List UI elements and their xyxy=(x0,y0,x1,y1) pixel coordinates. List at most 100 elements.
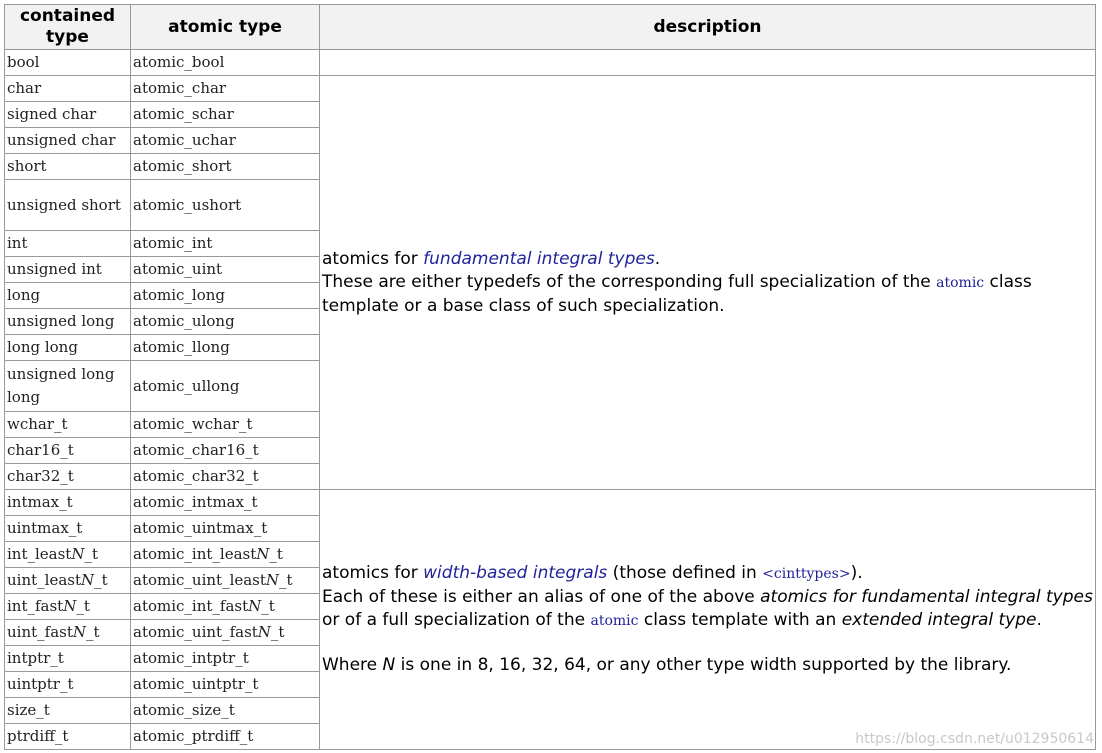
code-text: uint_least xyxy=(7,571,81,589)
atomic-type-cell: atomic_ushort xyxy=(130,179,320,231)
code-text: _t xyxy=(269,545,283,563)
contained-type-cell: intmax_t xyxy=(4,489,131,516)
desc-text: class template with an xyxy=(638,610,842,630)
contained-type-cell: uintmax_t xyxy=(4,515,131,542)
code-italic-n: N xyxy=(63,597,77,615)
desc-italic: N xyxy=(382,655,396,675)
header-contained-type: contained type xyxy=(4,4,131,50)
code-text: _t xyxy=(86,623,100,641)
atomic-type-cell: atomic_int_leastN_t xyxy=(130,541,320,568)
code-italic-n: N xyxy=(72,623,86,641)
atomic-type-cell: atomic_intmax_t xyxy=(130,489,320,516)
code-text: atomic_int_fast xyxy=(133,597,249,615)
desc-text: atomics for xyxy=(322,563,424,583)
contained-type-cell: intptr_t xyxy=(4,645,131,672)
contained-type-cell: wchar_t xyxy=(4,411,131,438)
desc-text: . xyxy=(654,248,661,269)
description-width-based: atomics for width-based integrals (those… xyxy=(319,489,1096,750)
description-fundamental: atomics for fundamental integral types. … xyxy=(319,75,1096,490)
contained-type-cell: signed char xyxy=(4,101,131,128)
code-text: atomic_uint_least xyxy=(133,571,266,589)
desc-text: or of a full specialization of the xyxy=(322,610,591,630)
code-italic-n: N xyxy=(257,623,271,641)
atomic-type-cell: atomic_uint_leastN_t xyxy=(130,567,320,594)
atomic-type-cell: atomic_uint xyxy=(130,256,320,283)
atomic-types-table-container: contained type atomic type description b… xyxy=(4,4,1096,750)
code-text: _t xyxy=(261,597,275,615)
contained-type-cell: uint_leastN_t xyxy=(4,567,131,594)
table-row: bool atomic_bool xyxy=(4,49,1096,76)
desc-text: These are either typedefs of the corresp… xyxy=(322,271,937,292)
desc-text: is one in 8, 16, 32, 64, or any other ty… xyxy=(395,655,1012,675)
contained-type-cell: unsigned char xyxy=(4,127,131,154)
atomic-type-cell: atomic_size_t xyxy=(130,697,320,724)
code-text: int_fast xyxy=(7,597,64,615)
atomic-type-cell: atomic_char32_t xyxy=(130,463,320,490)
contained-type-cell: char16_t xyxy=(4,437,131,464)
atomic-type-cell: atomic_long xyxy=(130,282,320,309)
atomic-type-cell: atomic_short xyxy=(130,153,320,180)
atomic-type-cell: atomic_uchar xyxy=(130,127,320,154)
code-text: uint_fast xyxy=(7,623,73,641)
contained-type-cell: int xyxy=(4,230,131,257)
desc-text: ). xyxy=(850,563,863,583)
contained-type-cell: short xyxy=(4,153,131,180)
desc-text: Where xyxy=(322,655,383,675)
cinttypes-link[interactable]: <cinttypes> xyxy=(762,566,850,582)
contained-type-cell: unsigned short xyxy=(4,179,131,231)
code-italic-n: N xyxy=(256,545,270,563)
code-text: _t xyxy=(270,623,285,641)
atomic-type-cell: atomic_int_fastN_t xyxy=(130,593,320,620)
contained-type-cell: long xyxy=(4,282,131,309)
atomic-type-cell: atomic_intptr_t xyxy=(130,645,320,672)
code-text: atomic_int_least xyxy=(133,545,257,563)
atomic-type-cell: atomic_ullong xyxy=(130,360,320,412)
code-text: _t xyxy=(84,545,98,563)
desc-italic: atomics for fundamental integral types xyxy=(760,587,1093,607)
contained-type-cell: size_t xyxy=(4,697,131,724)
atomic-type-cell: atomic_wchar_t xyxy=(130,411,320,438)
table-row: intmax_t atomic_intmax_t atomics for wid… xyxy=(4,489,1096,750)
desc-text: (those defined in xyxy=(607,563,763,583)
code-italic-n: N xyxy=(81,571,95,589)
contained-type-cell: char32_t xyxy=(4,463,131,490)
header-description: description xyxy=(319,4,1096,50)
atomic-type-cell: atomic_uintptr_t xyxy=(130,671,320,698)
contained-type-cell: uintptr_t xyxy=(4,671,131,698)
contained-type-cell: ptrdiff_t xyxy=(4,723,131,750)
atomic-type-cell: atomic_schar xyxy=(130,101,320,128)
contained-type-cell: uint_fastN_t xyxy=(4,619,131,646)
atomic-type-cell: atomic_char16_t xyxy=(130,437,320,464)
atomic-types-table: contained type atomic type description b… xyxy=(4,4,1096,750)
atomic-type-cell: atomic_ptrdiff_t xyxy=(130,723,320,750)
width-based-integrals-link[interactable]: width-based integrals xyxy=(423,563,607,583)
atomic-type-cell: atomic_int xyxy=(130,230,320,257)
code-italic-n: N xyxy=(265,571,280,589)
atomic-type-cell: atomic_uint_fastN_t xyxy=(130,619,320,646)
code-italic-n: N xyxy=(71,545,85,563)
contained-type-cell: bool xyxy=(4,49,131,76)
atomic-class-link[interactable]: atomic xyxy=(936,275,984,291)
watermark: https://blog.csdn.net/u012950614 xyxy=(855,731,1094,747)
atomic-class-link[interactable]: atomic xyxy=(590,613,638,629)
fundamental-integral-types-link[interactable]: fundamental integral types xyxy=(423,249,655,269)
atomic-type-cell: atomic_llong xyxy=(130,334,320,361)
contained-type-cell: int_leastN_t xyxy=(4,541,131,568)
desc-text: Each of these is either an alias of one … xyxy=(322,587,761,607)
atomic-type-cell: atomic_bool xyxy=(130,49,320,76)
atomic-type-cell: atomic_ulong xyxy=(130,308,320,335)
contained-type-cell: unsigned long xyxy=(4,308,131,335)
table-row: char atomic_char atomics for fundamental… xyxy=(4,75,1096,490)
code-text: _t xyxy=(279,571,293,589)
contained-type-cell: unsigned int xyxy=(4,256,131,283)
contained-type-cell: int_fastN_t xyxy=(4,593,131,620)
contained-type-cell: char xyxy=(4,75,131,102)
header-row: contained type atomic type description xyxy=(4,4,1096,50)
contained-type-cell: unsigned long long xyxy=(4,360,131,412)
header-atomic-type: atomic type xyxy=(130,4,320,50)
code-text: int_least xyxy=(7,545,72,563)
code-text: atomic_uint_fast xyxy=(133,623,258,641)
contained-type-cell: long long xyxy=(4,334,131,361)
code-text: _t xyxy=(76,597,90,615)
